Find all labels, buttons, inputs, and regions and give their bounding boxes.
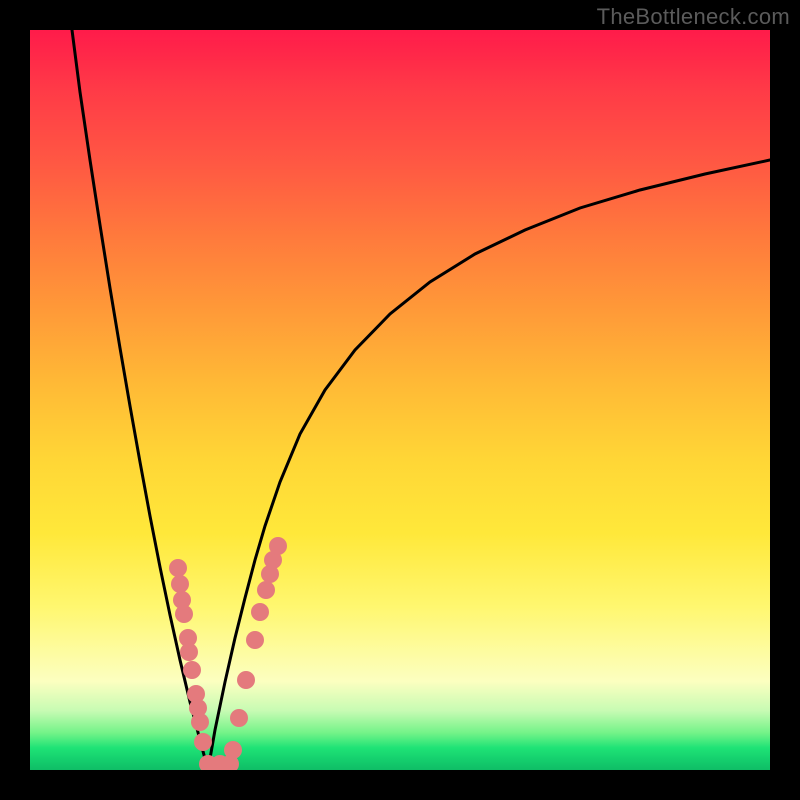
curve-marker — [269, 537, 287, 555]
curve-marker — [169, 559, 187, 577]
chart-container: { "watermark": "TheBottleneck.com", "col… — [0, 0, 800, 800]
curve-marker — [224, 741, 242, 759]
curve-marker — [194, 733, 212, 751]
curve-marker — [183, 661, 201, 679]
watermark-text: TheBottleneck.com — [597, 4, 790, 30]
curve-marker — [246, 631, 264, 649]
curve-marker — [251, 603, 269, 621]
curve-layer — [30, 30, 770, 770]
curve-marker — [237, 671, 255, 689]
curve-marker — [175, 605, 193, 623]
curve-markers — [169, 537, 287, 770]
curve-marker — [230, 709, 248, 727]
curve-marker — [171, 575, 189, 593]
curve-marker — [191, 713, 209, 731]
curve-right-branch — [208, 160, 770, 770]
curve-marker — [257, 581, 275, 599]
plot-area — [30, 30, 770, 770]
curve-marker — [180, 643, 198, 661]
